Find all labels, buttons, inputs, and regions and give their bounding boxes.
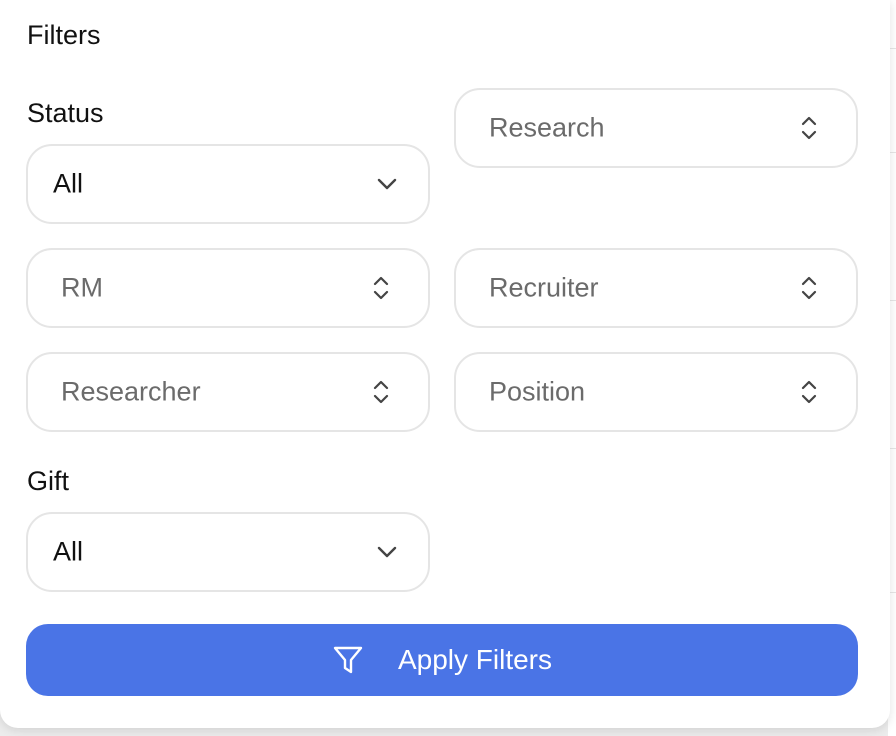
researcher-combobox[interactable]: Researcher	[26, 352, 430, 432]
gift-label: Gift	[27, 466, 70, 496]
research-placeholder: Research	[489, 112, 605, 143]
rm-placeholder: RM	[61, 272, 103, 303]
chevrons-up-down-icon	[800, 114, 818, 142]
gift-select[interactable]: All	[26, 512, 430, 592]
chevrons-up-down-icon	[800, 274, 818, 302]
chevrons-up-down-icon	[800, 378, 818, 406]
chevrons-up-down-icon	[372, 378, 390, 406]
researcher-placeholder: Researcher	[61, 376, 201, 407]
recruiter-placeholder: Recruiter	[489, 272, 599, 303]
position-combobox[interactable]: Position	[454, 352, 858, 432]
research-combobox[interactable]: Research	[454, 88, 858, 168]
filters-panel: Filters Status All Research RM Recruiter…	[0, 0, 890, 728]
status-select[interactable]: All	[26, 144, 430, 224]
filter-icon	[332, 645, 364, 675]
chevrons-up-down-icon	[372, 274, 390, 302]
panel-title: Filters	[27, 20, 101, 50]
recruiter-combobox[interactable]: Recruiter	[454, 248, 858, 328]
position-placeholder: Position	[489, 376, 586, 407]
apply-filters-button[interactable]: Apply Filters	[26, 624, 858, 696]
status-label: Status	[27, 98, 104, 128]
chevron-down-icon	[376, 545, 398, 559]
apply-filters-label: Apply Filters	[397, 644, 553, 675]
status-value: All	[53, 168, 84, 199]
chevron-down-icon	[376, 177, 398, 191]
gift-value: All	[53, 536, 84, 567]
rm-combobox[interactable]: RM	[26, 248, 430, 328]
